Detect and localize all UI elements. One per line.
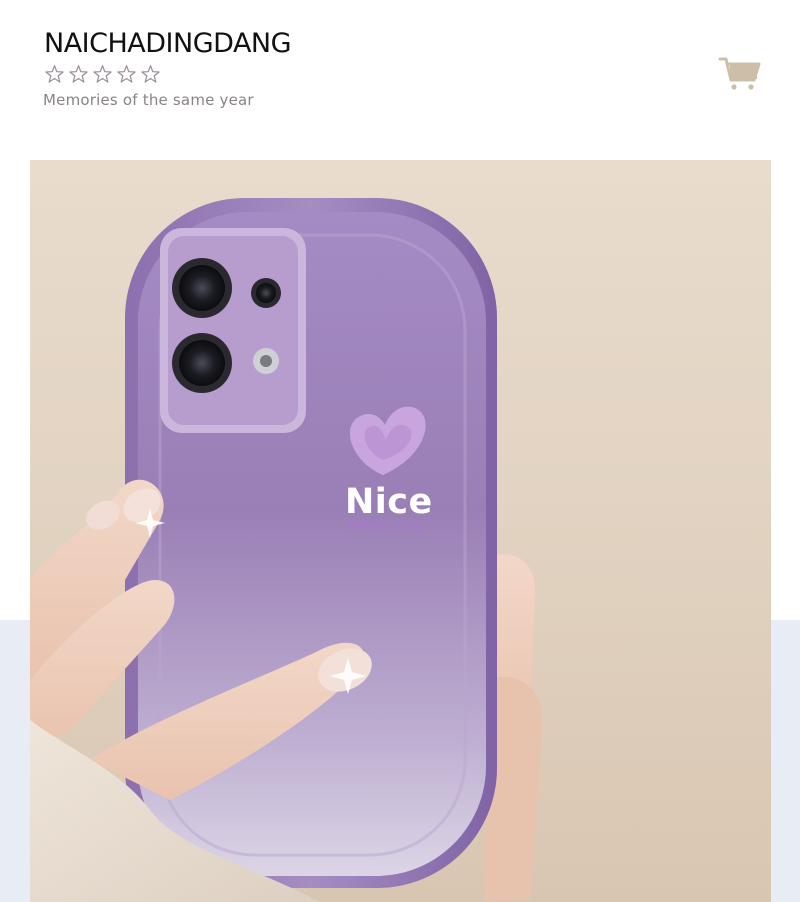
shopping-cart-icon[interactable] xyxy=(718,54,762,92)
star-icon xyxy=(45,65,64,83)
tagline: Memories of the same year xyxy=(43,91,254,109)
star-icon xyxy=(141,65,160,83)
case-print-subtitle: Good day xyxy=(348,518,424,534)
star-icon xyxy=(117,65,136,83)
rating-stars xyxy=(44,64,161,85)
brand-name: NAICHADINGDANG xyxy=(44,28,292,59)
header: NAICHADINGDANG Memories of the same year xyxy=(0,0,800,160)
product-photo: Nice Good day xyxy=(30,160,771,902)
star-icon xyxy=(69,65,88,83)
case-print-title: Nice xyxy=(345,482,433,522)
star-icon xyxy=(93,65,112,83)
